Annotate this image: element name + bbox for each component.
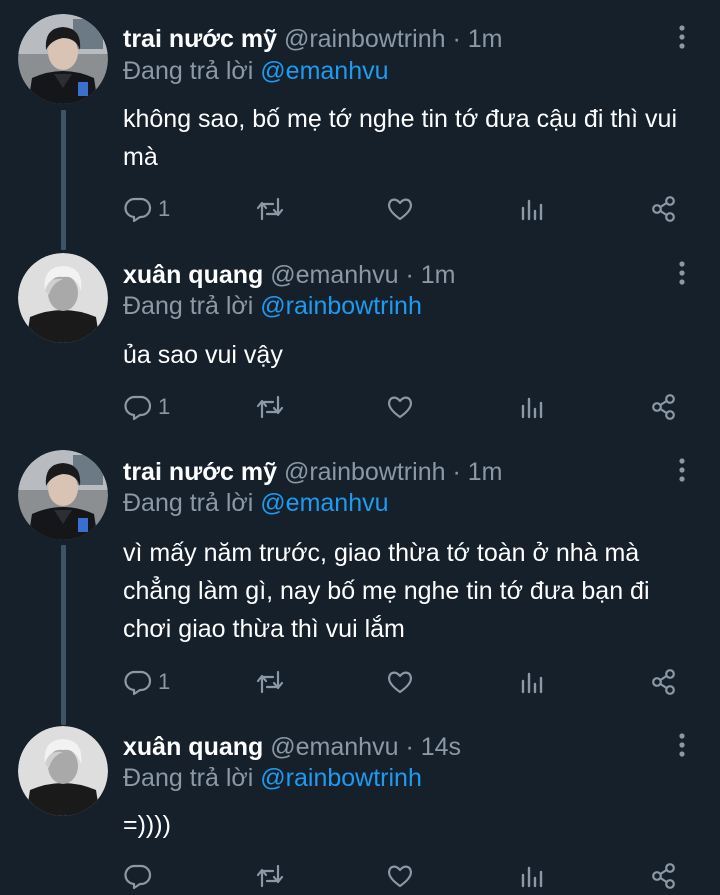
avatar-trai-nuoc-my[interactable] <box>18 450 108 540</box>
more-vertical-icon[interactable] <box>670 258 694 288</box>
heart-icon <box>388 396 412 419</box>
reply-mention[interactable]: @rainbowtrinh <box>260 764 422 792</box>
reply-mention[interactable]: @emanhvu <box>260 57 388 85</box>
reply-count: 1 <box>158 669 171 694</box>
analytics-button[interactable] <box>519 858 545 894</box>
analytics-icon <box>521 199 543 221</box>
analytics-button[interactable] <box>519 389 545 425</box>
user-handle[interactable]: @rainbowtrinh <box>284 458 446 486</box>
replying-to-label: Đang trả lời <box>123 292 254 320</box>
tweet-header: trai nước mỹ @rainbowtrinh · 1m <box>123 454 502 490</box>
replying-to: Đang trả lời @rainbowtrinh <box>123 761 422 795</box>
avatar-xuan-quang[interactable] <box>18 253 108 343</box>
retweet-icon <box>256 197 284 221</box>
action-bar: 1 <box>0 389 720 425</box>
reply-icon <box>124 864 152 890</box>
action-bar: 1 <box>0 191 720 227</box>
reply-count: 1 <box>158 196 171 221</box>
more-vertical-icon[interactable] <box>670 455 694 485</box>
retweet-icon <box>256 864 284 888</box>
share-icon <box>652 669 675 695</box>
tweet-text: =)))) <box>123 811 171 839</box>
reply-mention[interactable]: @rainbowtrinh <box>260 292 422 320</box>
heart-icon <box>388 865 412 888</box>
timestamp[interactable]: 1m <box>468 25 503 53</box>
timestamp[interactable]: 1m <box>421 261 456 289</box>
retweet-icon <box>256 395 284 419</box>
replying-to: Đang trả lời @emanhvu <box>123 54 389 88</box>
tweet-text: ủa sao vui vậy <box>123 341 283 369</box>
reply-button[interactable] <box>124 858 158 894</box>
tweet-text: vì mấy năm trước, giao thừa tớ toàn ở nh… <box>123 539 650 643</box>
retweet-button[interactable] <box>255 858 285 894</box>
share-button[interactable] <box>650 664 678 700</box>
reply-mention[interactable]: @emanhvu <box>260 489 388 517</box>
retweet-button[interactable] <box>255 389 285 425</box>
share-icon <box>652 196 675 222</box>
user-handle[interactable]: @emanhvu <box>270 261 398 289</box>
analytics-icon <box>521 672 543 694</box>
reply-button[interactable]: 1 <box>124 191 170 227</box>
tweet-header: trai nước mỹ @rainbowtrinh · 1m <box>123 21 502 57</box>
replying-to-label: Đang trả lời <box>123 57 254 85</box>
retweet-icon <box>256 670 284 694</box>
separator-dot: · <box>405 261 414 289</box>
like-button[interactable] <box>386 191 414 227</box>
reply-button[interactable]: 1 <box>124 664 170 700</box>
analytics-icon <box>521 866 543 888</box>
share-icon <box>652 394 675 420</box>
heart-icon <box>388 198 412 221</box>
display-name[interactable]: trai nước mỹ <box>123 25 277 53</box>
replying-to: Đang trả lời @rainbowtrinh <box>123 289 422 323</box>
like-button[interactable] <box>386 858 414 894</box>
reply-icon <box>124 197 152 223</box>
tweet-header: xuân quang @emanhvu · 1m <box>123 257 455 293</box>
action-bar <box>0 858 720 894</box>
reply-icon <box>124 670 152 696</box>
display-name[interactable]: xuân quang <box>123 733 263 761</box>
heart-icon <box>388 671 412 694</box>
replying-to-label: Đang trả lời <box>123 764 254 792</box>
timestamp[interactable]: 1m <box>468 458 503 486</box>
retweet-button[interactable] <box>255 191 285 227</box>
tweet-header: xuân quang @emanhvu · 14s <box>123 729 461 765</box>
user-handle[interactable]: @rainbowtrinh <box>284 25 446 53</box>
avatar-xuan-quang[interactable] <box>18 726 108 816</box>
share-button[interactable] <box>650 389 678 425</box>
separator-dot: · <box>452 458 461 486</box>
tweet-text: không sao, bố mẹ tớ nghe tin tớ đưa cậu … <box>123 105 678 171</box>
analytics-button[interactable] <box>519 191 545 227</box>
like-button[interactable] <box>386 389 414 425</box>
user-handle[interactable]: @emanhvu <box>270 733 398 761</box>
more-vertical-icon[interactable] <box>670 730 694 760</box>
display-name[interactable]: trai nước mỹ <box>123 458 277 486</box>
separator-dot: · <box>452 25 461 53</box>
display-name[interactable]: xuân quang <box>123 261 263 289</box>
like-button[interactable] <box>386 664 414 700</box>
reply-count: 1 <box>158 394 171 419</box>
replying-to-label: Đang trả lời <box>123 489 254 517</box>
retweet-button[interactable] <box>255 664 285 700</box>
timestamp[interactable]: 14s <box>421 733 461 761</box>
thread-connector <box>61 110 66 250</box>
reply-button[interactable]: 1 <box>124 389 170 425</box>
analytics-icon <box>521 397 543 419</box>
share-icon <box>652 863 675 889</box>
action-bar: 1 <box>0 664 720 700</box>
share-button[interactable] <box>650 191 678 227</box>
share-button[interactable] <box>650 858 678 894</box>
replying-to: Đang trả lời @emanhvu <box>123 486 389 520</box>
reply-icon <box>124 395 152 421</box>
more-vertical-icon[interactable] <box>670 22 694 52</box>
avatar-trai-nuoc-my[interactable] <box>18 14 108 104</box>
separator-dot: · <box>405 733 414 761</box>
analytics-button[interactable] <box>519 664 545 700</box>
